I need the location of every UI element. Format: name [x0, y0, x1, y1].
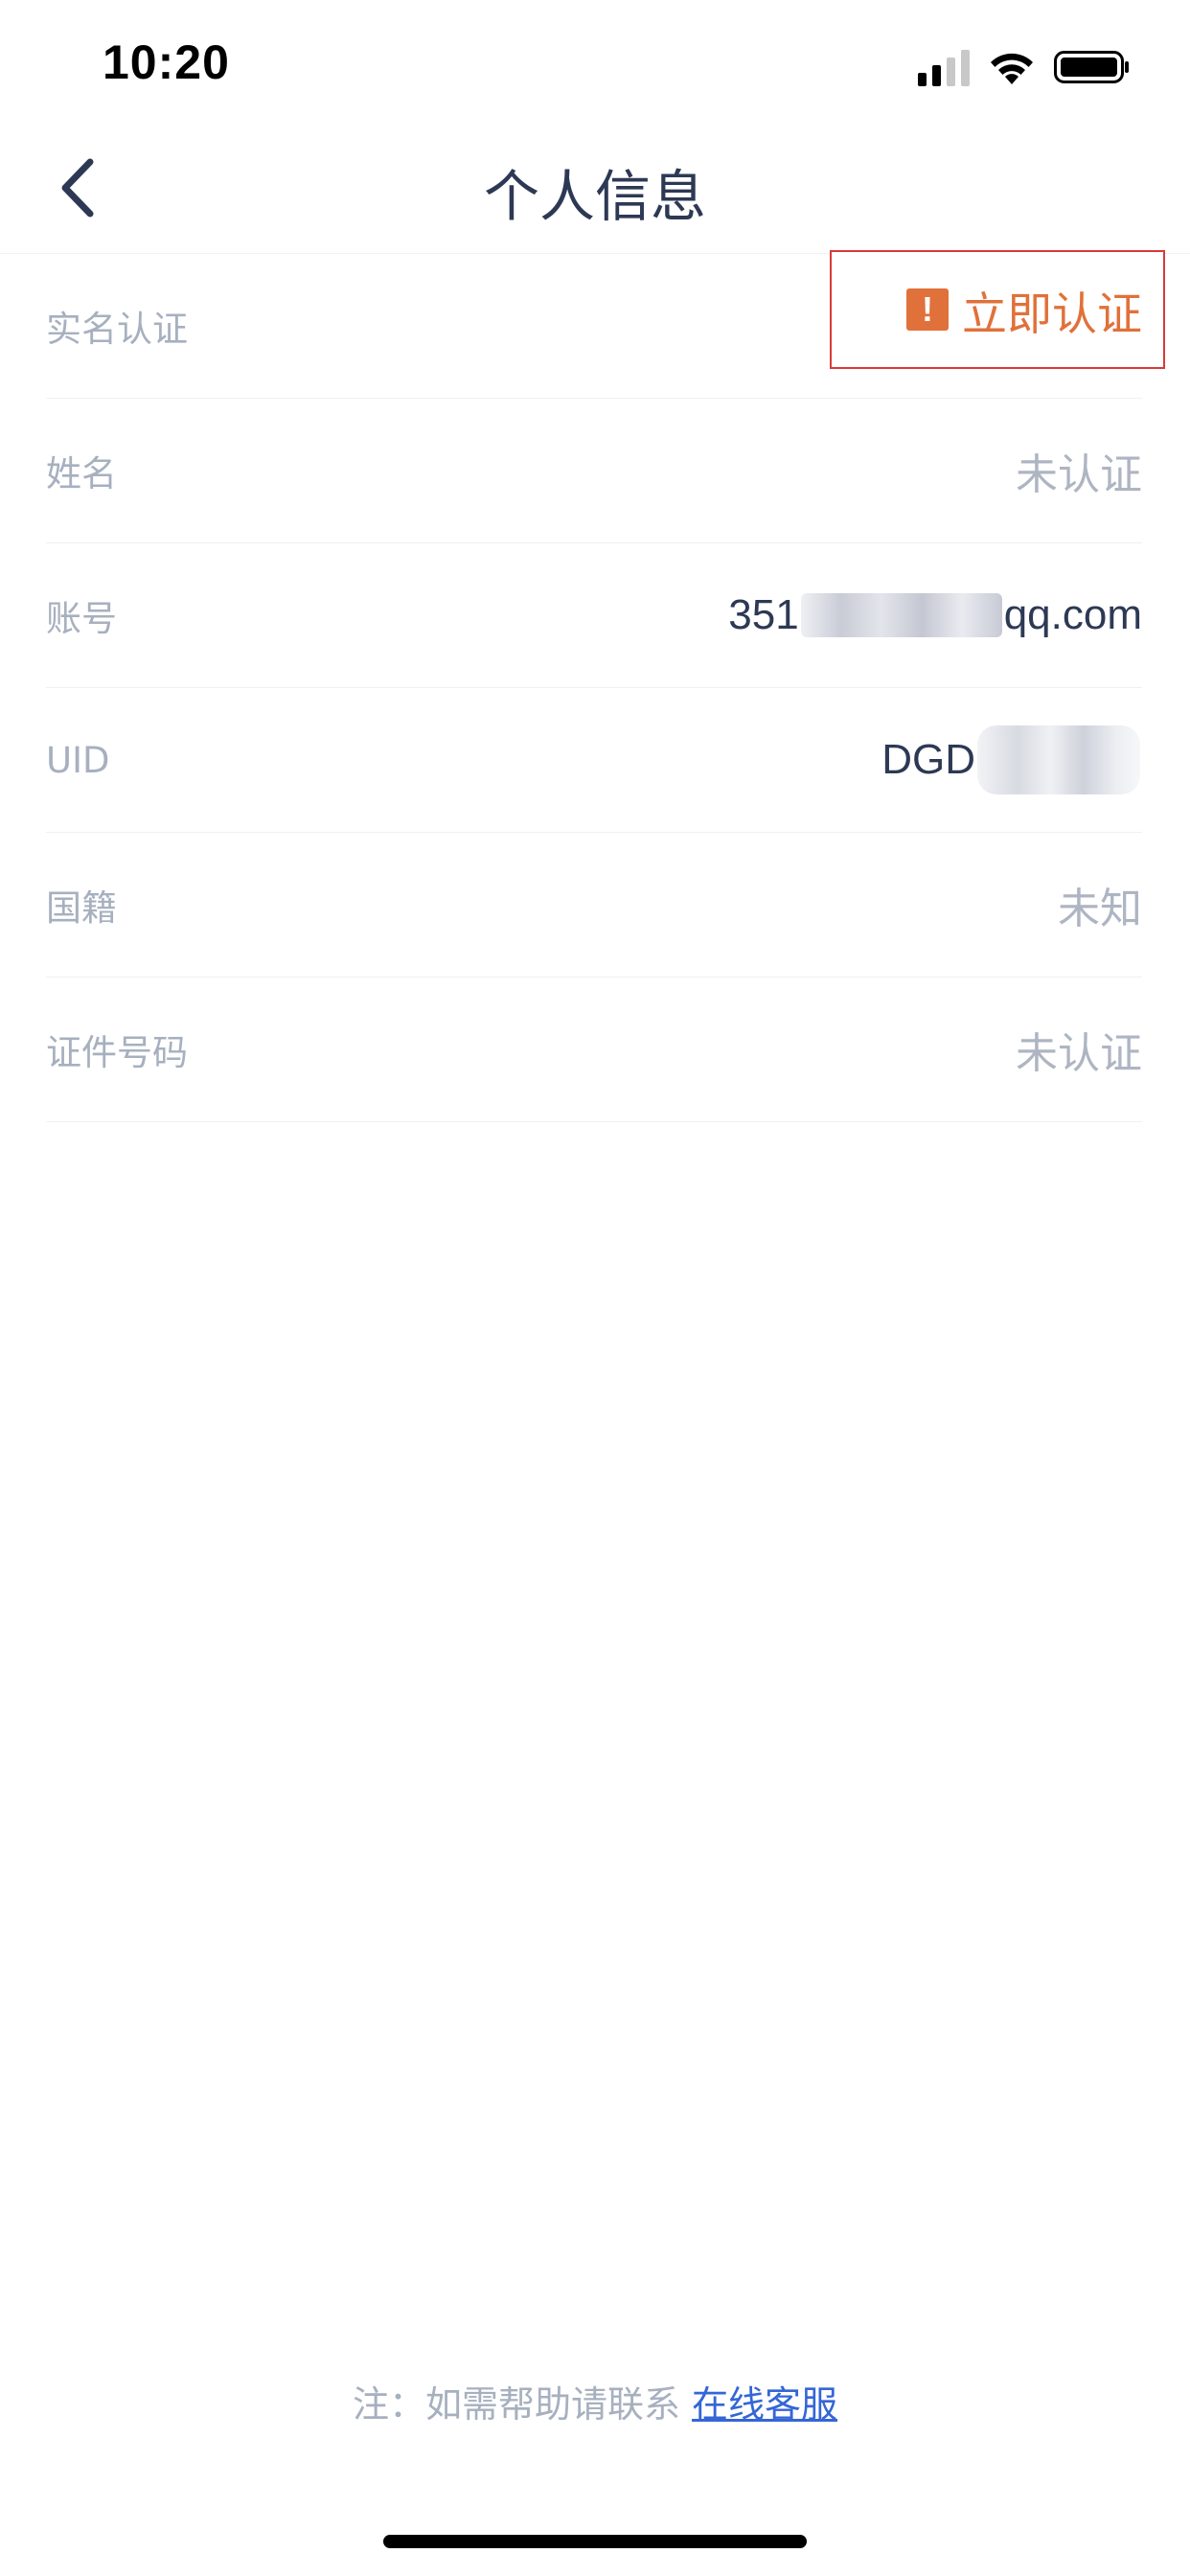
- id-number-value: 未认证: [1016, 1029, 1142, 1078]
- account-value-suffix: qq.com: [1003, 591, 1142, 638]
- footer-note-text: 注：如需帮助请联系: [352, 2383, 693, 2426]
- verify-now-button[interactable]: ! 立即认证: [830, 250, 1165, 369]
- account-row: 账号 351 qq.com: [46, 543, 1142, 688]
- home-indicator[interactable]: [383, 2535, 807, 2548]
- wifi-icon: [991, 53, 1033, 84]
- nationality-value: 未知: [1058, 885, 1142, 933]
- id-number-row: 证件号码 未认证: [46, 978, 1142, 1122]
- id-number-label: 证件号码: [46, 1032, 188, 1073]
- uid-value-prefix: DGD: [881, 736, 975, 783]
- name-row: 姓名 未认证: [46, 399, 1142, 543]
- verify-now-label: 立即认证: [962, 288, 1142, 341]
- redacted-mask: [800, 593, 1002, 637]
- name-label: 姓名: [46, 453, 117, 494]
- battery-icon: [1054, 51, 1129, 83]
- status-icons: [918, 42, 1131, 86]
- nav-bar: 个人信息: [0, 126, 1190, 254]
- real-name-verification-label: 实名认证: [46, 309, 188, 350]
- account-value: 351 qq.com: [728, 591, 1142, 639]
- online-support-link[interactable]: 在线客服: [692, 2383, 837, 2426]
- name-value: 未认证: [1016, 450, 1142, 499]
- footer-note: 注：如需帮助请联系 在线客服: [0, 2375, 1190, 2427]
- uid-label: UID: [46, 739, 110, 781]
- uid-row: UID DGD: [46, 688, 1142, 833]
- status-bar: 10:20: [0, 0, 1190, 126]
- real-name-verification-row: 实名认证 ! 立即认证: [46, 250, 1165, 399]
- redacted-mask: [977, 725, 1140, 794]
- account-label: 账号: [46, 598, 117, 639]
- nationality-label: 国籍: [46, 887, 117, 929]
- page-title: 个人信息: [483, 164, 706, 229]
- status-time: 10:20: [103, 35, 230, 89]
- uid-value: DGD: [881, 725, 1142, 794]
- personal-info-list: 实名认证 ! 立即认证 姓名 未认证 账号 351 qq.com UID DGD…: [46, 250, 1165, 1122]
- nationality-row: 国籍 未知: [46, 833, 1142, 978]
- cellular-signal-icon: [918, 48, 970, 86]
- account-value-prefix: 351: [728, 591, 799, 638]
- warning-icon: !: [906, 288, 949, 331]
